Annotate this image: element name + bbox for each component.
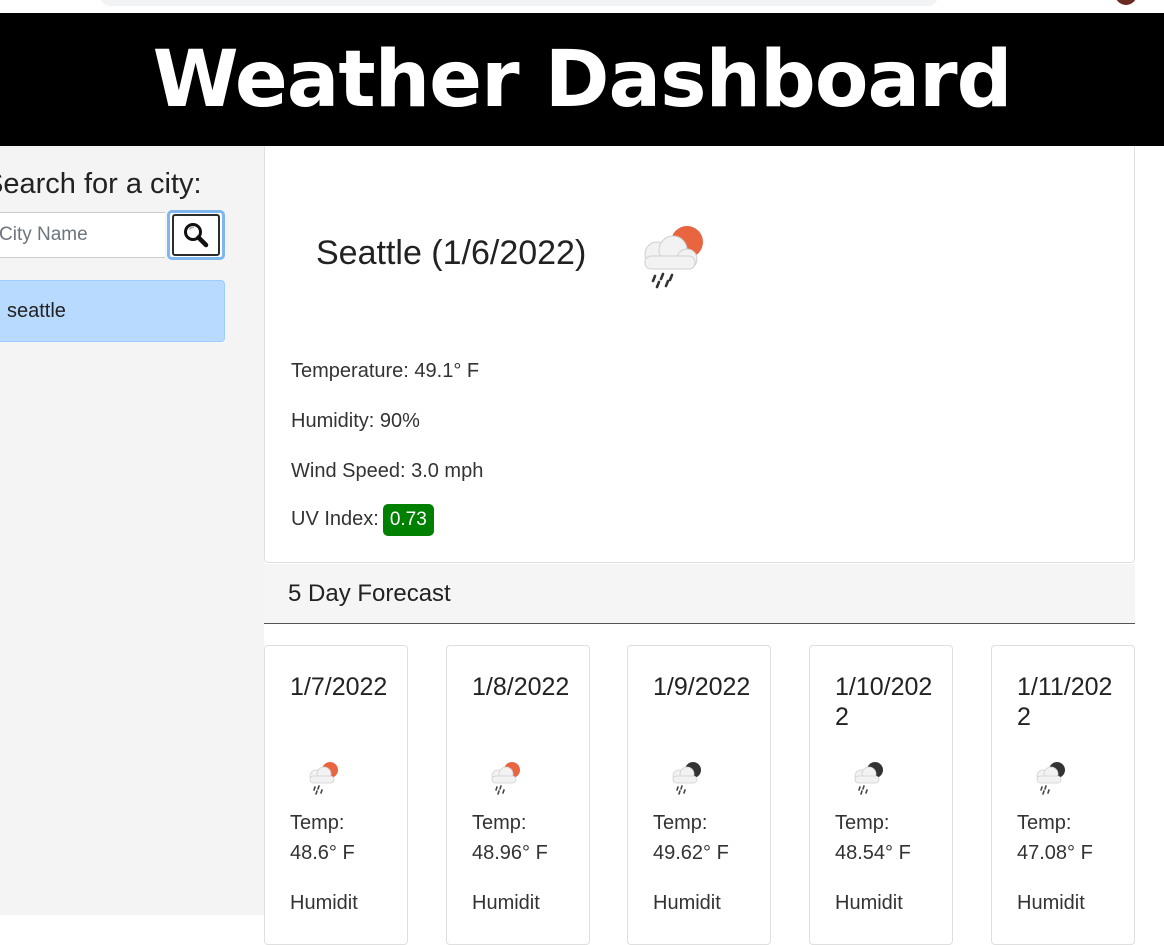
humidity-text: Humidity: 90%: [291, 410, 420, 432]
rain-moon-icon: [850, 760, 886, 801]
search-button[interactable]: [167, 210, 225, 260]
forecast-date: 1/10/2022: [835, 673, 933, 731]
search-title: Search for a city:: [0, 168, 202, 200]
magnifier-icon: [172, 214, 220, 256]
forecast-temp-label: Temp:: [1017, 812, 1072, 834]
page-header: Weather Dashboard: [0, 13, 1164, 146]
page-title: Weather Dashboard: [152, 34, 1013, 125]
forecast-card: 1/10/2022 Temp: 48.54° F Humidit: [809, 645, 953, 945]
current-weather-card: Seattle (1/6/2022) Temperature: 49.1° F …: [264, 146, 1135, 563]
forecast-card: 1/8/2022 Temp: 48.96° F Humidit: [446, 645, 590, 945]
forecast-temp-label: Temp:: [472, 812, 527, 834]
forecast-humidity-label: Humidit: [653, 892, 721, 914]
wind-speed-text: Wind Speed: 3.0 mph: [291, 460, 484, 482]
rain-moon-icon: [1032, 760, 1068, 801]
uv-index-badge: 0.73: [382, 504, 434, 536]
address-bar[interactable]: [100, 0, 938, 6]
uv-index-row: UV Index: 0.73: [291, 504, 434, 536]
forecast-temp-value: 47.08° F: [1017, 842, 1093, 864]
forecast-date: 1/11/2022: [1017, 673, 1113, 731]
forecast-humidity-label: Humidit: [472, 892, 540, 914]
city-date-title: Seattle (1/6/2022): [316, 234, 587, 272]
forecast-header: 5 Day Forecast: [264, 564, 1135, 624]
forecast-temp-value: 49.62° F: [653, 842, 729, 864]
forecast-card: 1/9/2022 Temp: 49.62° F Humidit: [627, 645, 771, 945]
rain-sun-icon: [637, 224, 707, 296]
forecast-humidity-label: Humidit: [290, 892, 358, 914]
forecast-temp-value: 48.54° F: [835, 842, 911, 864]
forecast-card: 1/7/2022 Temp: 48.6° F Humidit: [264, 645, 408, 945]
sidebar: Search for a city: seattle: [0, 146, 264, 915]
history-item-seattle[interactable]: seattle: [0, 280, 225, 342]
forecast-card: 1/11/2022 Temp: 47.08° F Humidit: [991, 645, 1135, 945]
forecast-temp-value: 48.96° F: [472, 842, 548, 864]
history-item-label: seattle: [7, 299, 66, 322]
forecast-temp-value: 48.6° F: [290, 842, 355, 864]
forecast-title: 5 Day Forecast: [288, 579, 451, 607]
uv-index-label: UV Index:: [291, 508, 379, 530]
forecast-date: 1/8/2022: [472, 673, 570, 701]
forecast-humidity-label: Humidit: [835, 892, 903, 914]
forecast-temp-label: Temp:: [653, 812, 708, 834]
forecast-humidity-label: Humidit: [1017, 892, 1085, 914]
temperature-text: Temperature: 49.1° F: [291, 360, 480, 382]
forecast-date: 1/9/2022: [653, 673, 751, 701]
forecast-temp-label: Temp:: [835, 812, 890, 834]
rain-sun-icon: [487, 760, 523, 801]
forecast-date: 1/7/2022: [290, 673, 388, 701]
city-search-input[interactable]: [0, 212, 165, 258]
rain-moon-icon: [668, 760, 704, 801]
forecast-temp-label: Temp:: [290, 812, 345, 834]
profile-avatar[interactable]: [1115, 0, 1137, 5]
browser-chrome: [0, 0, 1164, 13]
rain-sun-icon: [305, 760, 341, 801]
